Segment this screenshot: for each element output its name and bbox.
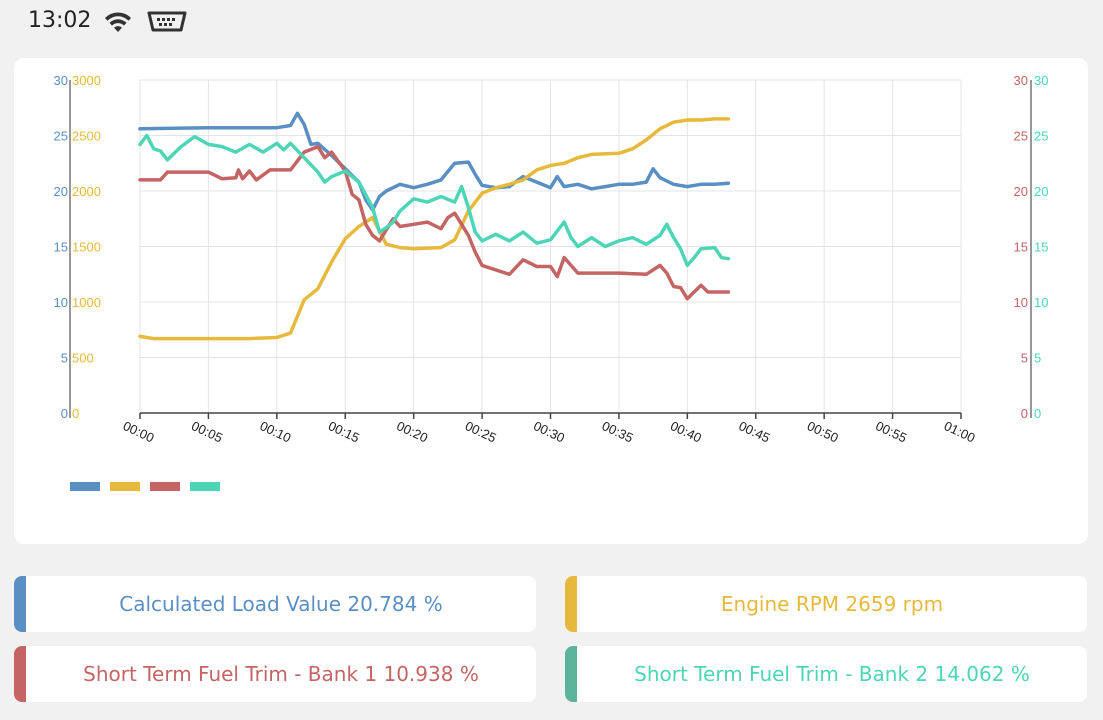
series-line-stft1 <box>138 144 731 301</box>
y-tick-label-stft1: 10 <box>1014 295 1028 310</box>
y-tick-label-stft2: 30 <box>1034 73 1048 88</box>
obd-connector-icon <box>147 11 187 32</box>
x-tick-label: 00:45 <box>736 418 772 445</box>
x-tick-label: 00:40 <box>668 418 704 445</box>
card-color-bar <box>14 576 26 632</box>
chart-card: 30 3000 30 30 25 2500 25 25 20 2000 20 20 15 1500 15 15… <box>14 58 1088 544</box>
y-tick-label-stft2: 15 <box>1034 240 1048 255</box>
x-tick-label: 00:55 <box>873 418 909 445</box>
x-tick-label: 00:15 <box>326 418 362 445</box>
series-line-stft2 <box>138 133 731 268</box>
y-tick-label-stft2: 20 <box>1034 184 1048 199</box>
legend-swatch-load <box>70 482 100 491</box>
x-tick-label: 00:20 <box>394 418 430 445</box>
x-tick-label: 00:35 <box>600 418 636 445</box>
status-time: 13:02 <box>28 8 92 33</box>
y-tick-label-rpm: 2500 <box>72 129 101 144</box>
status-bar: 13:02 <box>0 0 1103 44</box>
card-color-bar <box>565 646 577 702</box>
y-tick-label-rpm: 1500 <box>72 240 101 255</box>
y-tick-label-rpm: 0 <box>72 406 79 421</box>
value-card-stft1[interactable]: Short Term Fuel Trim - Bank 1 10.938 % <box>14 646 536 702</box>
x-tick-label: 01:00 <box>942 418 978 445</box>
wifi-icon <box>105 12 131 32</box>
legend-swatch-rpm <box>110 482 140 491</box>
y-tick-label-stft1: 30 <box>1014 73 1028 88</box>
y-tick-label-stft1: 25 <box>1014 129 1028 144</box>
card-label: Short Term Fuel Trim - Bank 1 10.938 % <box>83 662 479 686</box>
x-tick-label: 00:10 <box>258 418 294 445</box>
y-tick-label-load: 0 <box>61 406 68 421</box>
y-tick-label-load: 10 <box>54 295 68 310</box>
y-tick-label-load: 20 <box>54 184 68 199</box>
value-card-rpm[interactable]: Engine RPM 2659 rpm <box>565 576 1087 632</box>
card-label: Short Term Fuel Trim - Bank 2 14.062 % <box>634 662 1030 686</box>
x-tick-label: 00:25 <box>463 418 499 445</box>
series-line-rpm <box>138 117 731 341</box>
y-tick-label-load: 25 <box>54 129 68 144</box>
y-tick-label-rpm: 500 <box>72 351 94 366</box>
y-tick-label-load: 30 <box>54 73 68 88</box>
x-tick-label: 00:50 <box>805 418 841 445</box>
y-tick-label-rpm: 3000 <box>72 73 101 88</box>
value-card-stft2[interactable]: Short Term Fuel Trim - Bank 2 14.062 % <box>565 646 1087 702</box>
y-tick-label-stft1: 0 <box>1021 406 1028 421</box>
y-tick-label-stft2: 0 <box>1034 406 1041 421</box>
x-tick-label: 00:30 <box>531 418 567 445</box>
y-tick-label-stft2: 5 <box>1034 351 1041 366</box>
x-tick-label: 00:05 <box>189 418 225 445</box>
card-label: Calculated Load Value 20.784 % <box>119 592 443 616</box>
y-tick-label-stft1: 20 <box>1014 184 1028 199</box>
card-label: Engine RPM 2659 rpm <box>720 592 944 616</box>
card-color-bar <box>565 576 577 632</box>
series-line-load <box>138 111 731 212</box>
value-card-load[interactable]: Calculated Load Value 20.784 % <box>14 576 536 632</box>
y-tick-label-load: 5 <box>61 351 68 366</box>
y-tick-label-stft2: 10 <box>1034 295 1048 310</box>
line-chart: 30 3000 30 3025 2500 25 2520 2000 20 2015 1500 15 15… <box>54 73 1049 445</box>
legend-swatch-stft2 <box>190 482 220 491</box>
y-tick-label-stft2: 25 <box>1034 129 1048 144</box>
y-tick-label-load: 15 <box>54 240 68 255</box>
y-tick-label-rpm: 1000 <box>72 295 101 310</box>
y-tick-label-stft1: 15 <box>1014 240 1028 255</box>
card-color-bar <box>14 646 26 702</box>
x-tick-label: 00:00 <box>121 418 157 445</box>
y-tick-label-rpm: 2000 <box>72 184 101 199</box>
legend-swatch-stft1 <box>150 482 180 491</box>
y-tick-label-stft1: 5 <box>1021 351 1028 366</box>
